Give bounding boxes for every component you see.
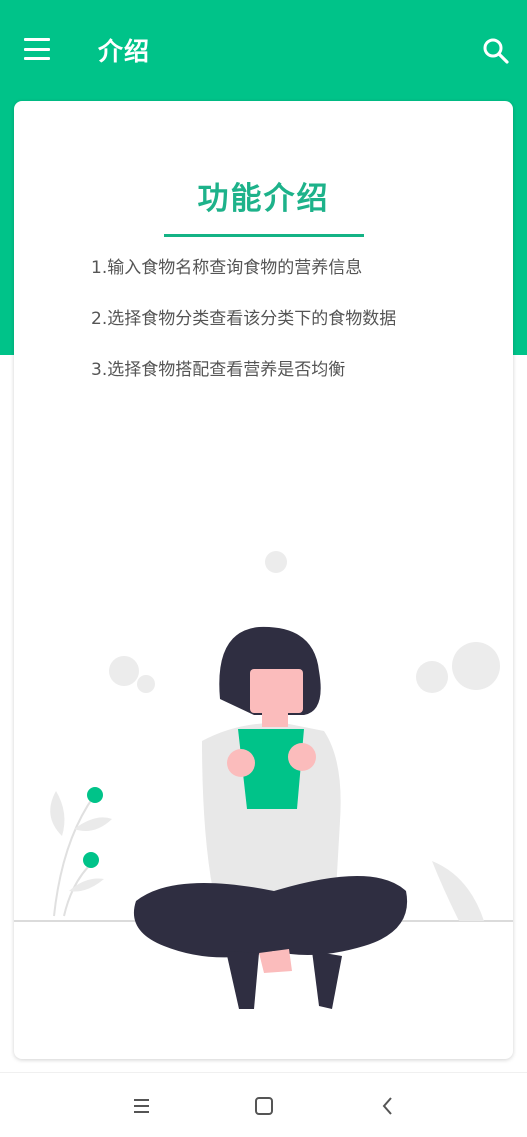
system-navigation-bar: [0, 1072, 527, 1137]
decor-circle: [452, 642, 500, 690]
decor-circle: [416, 661, 448, 693]
intro-card: 功能介绍 1.输入食物名称查询食物的营养信息 2.选择食物分类查看该分类下的食物…: [14, 101, 513, 1059]
reading-woman-illustration: [14, 551, 513, 1009]
app-bar: 介绍: [0, 0, 527, 100]
recents-icon[interactable]: [127, 1091, 157, 1121]
decor-circle: [265, 551, 287, 573]
plant-left: [50, 787, 112, 917]
page-title: 介绍: [98, 37, 151, 66]
back-icon[interactable]: [373, 1091, 403, 1121]
decor-circle: [137, 675, 155, 693]
hamburger-menu-icon[interactable]: [24, 38, 50, 60]
home-icon[interactable]: [249, 1091, 279, 1121]
decor-circle: [109, 656, 139, 686]
person: [133, 626, 408, 1009]
search-icon[interactable]: [482, 37, 510, 65]
plant-right: [432, 861, 484, 921]
